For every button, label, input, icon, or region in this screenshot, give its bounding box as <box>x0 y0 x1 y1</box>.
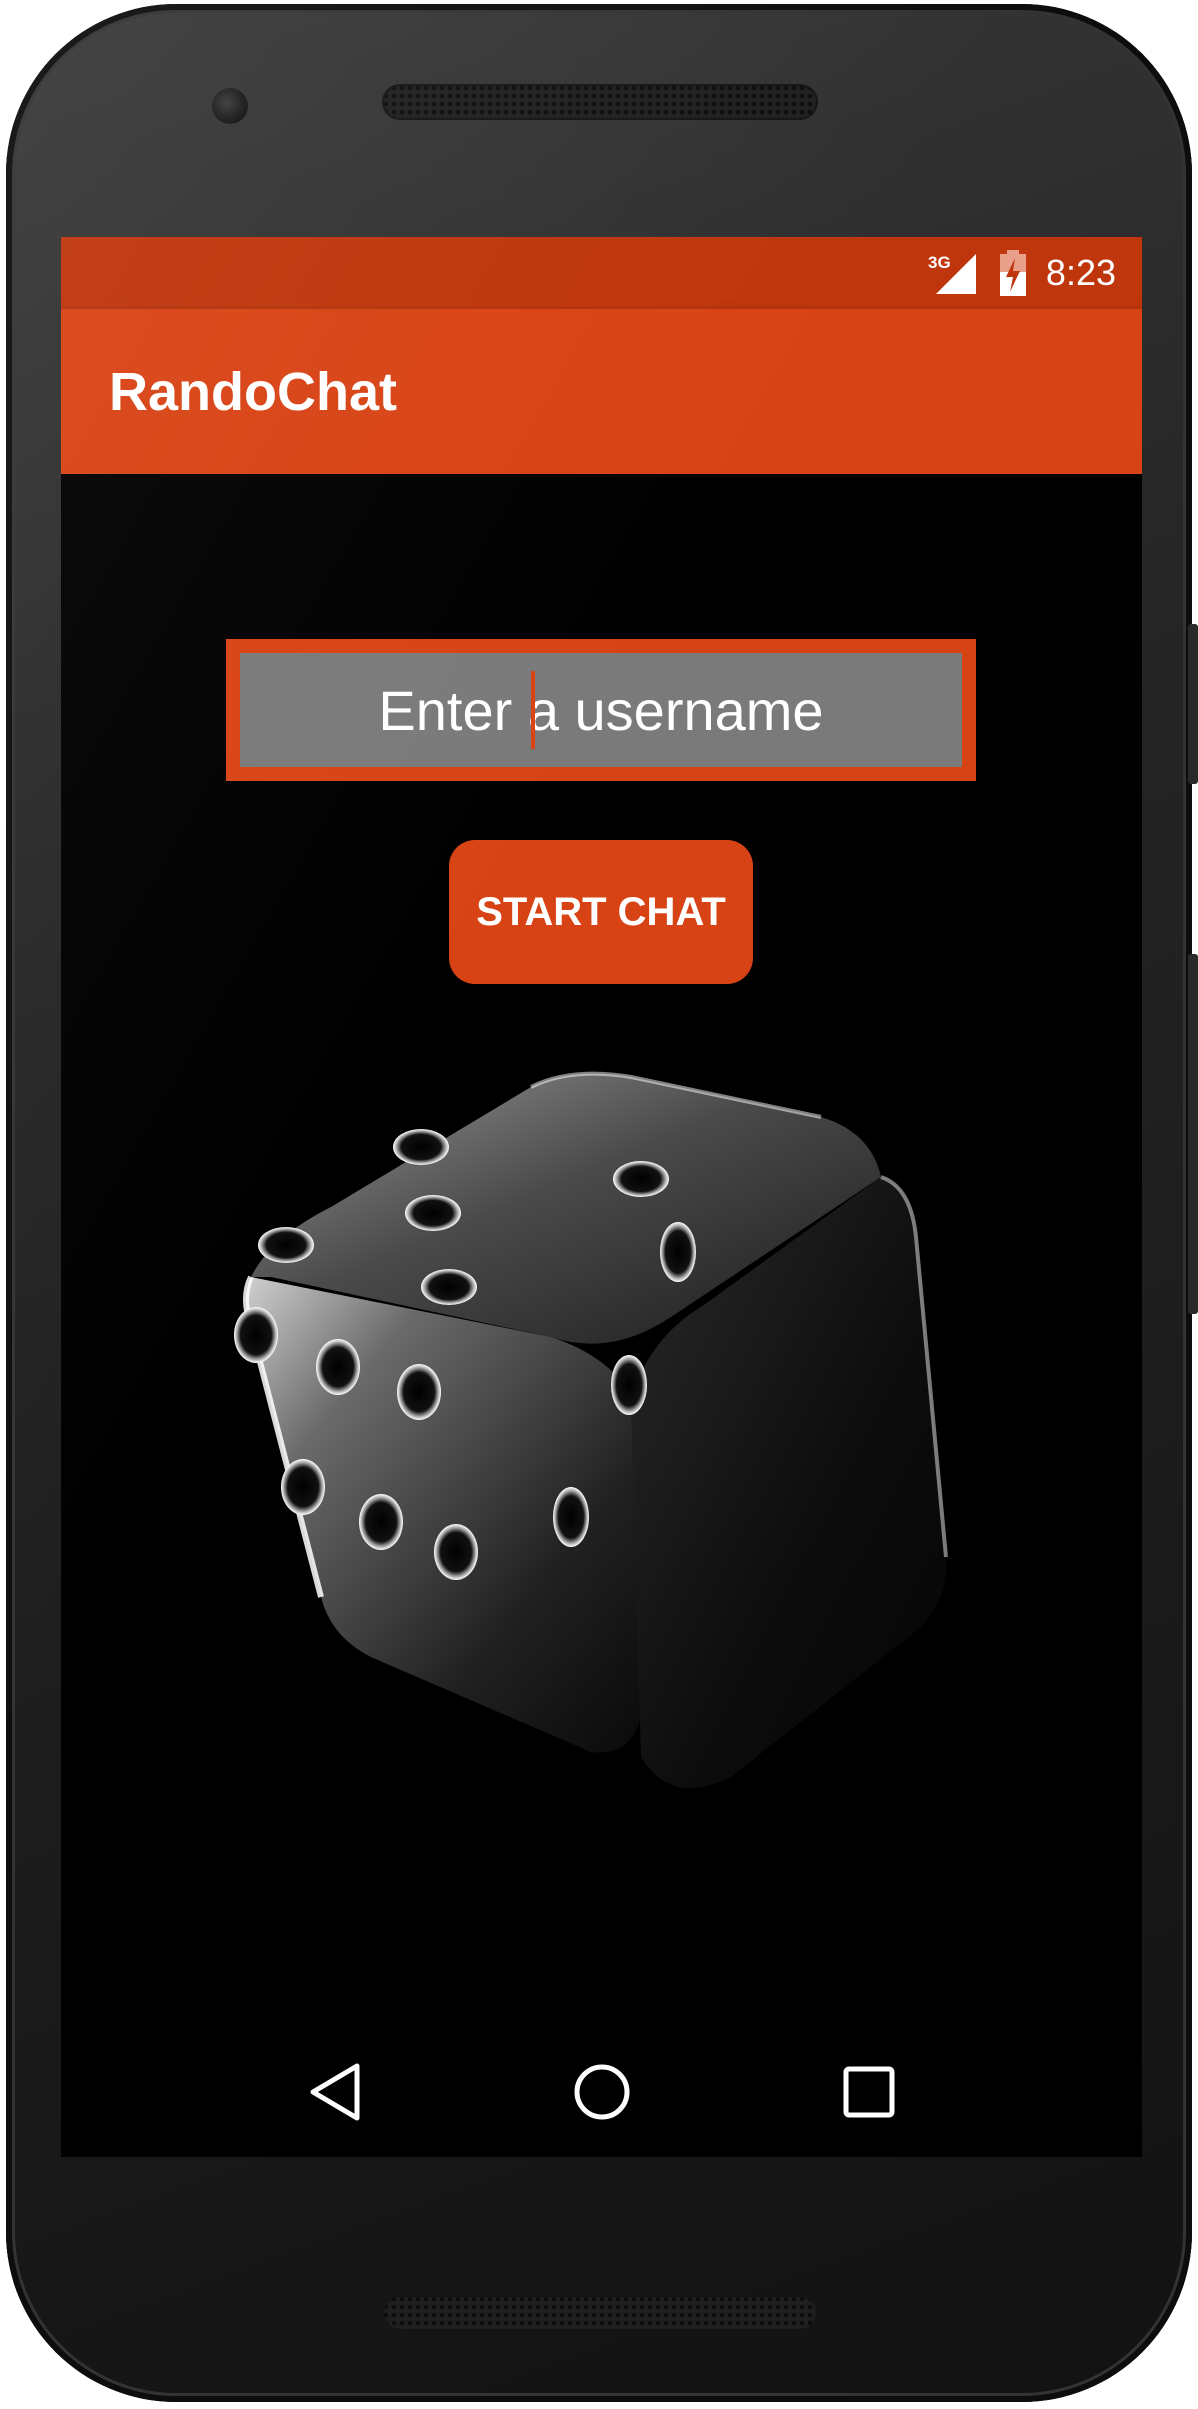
home-icon[interactable] <box>557 2047 647 2137</box>
text-cursor <box>531 671 535 749</box>
app-title: RandoChat <box>109 361 397 422</box>
start-chat-button[interactable]: START CHAT <box>449 840 753 984</box>
dice-image <box>211 1037 991 1817</box>
recents-icon[interactable] <box>824 2047 914 2137</box>
status-time: 8:23 <box>1045 252 1116 293</box>
back-icon[interactable] <box>290 2047 380 2137</box>
front-camera <box>212 88 248 124</box>
username-input[interactable] <box>269 659 933 761</box>
power-button <box>1188 624 1198 784</box>
username-field-container <box>226 639 976 781</box>
earpiece-speaker <box>382 84 818 120</box>
svg-text:3G: 3G <box>928 253 951 272</box>
app-bar: RandoChat <box>61 309 1142 474</box>
volume-button <box>1188 954 1198 1314</box>
screen: 3G 8:23 RandoChat START CHAT <box>61 237 1142 2157</box>
battery-charging-icon <box>998 250 1028 296</box>
bottom-speaker <box>382 2295 818 2331</box>
signal-3g-icon: 3G <box>926 250 980 296</box>
status-bar: 3G 8:23 <box>61 237 1142 309</box>
phone-frame: 3G 8:23 RandoChat START CHAT <box>6 4 1198 2402</box>
navigation-bar <box>61 2027 1142 2157</box>
